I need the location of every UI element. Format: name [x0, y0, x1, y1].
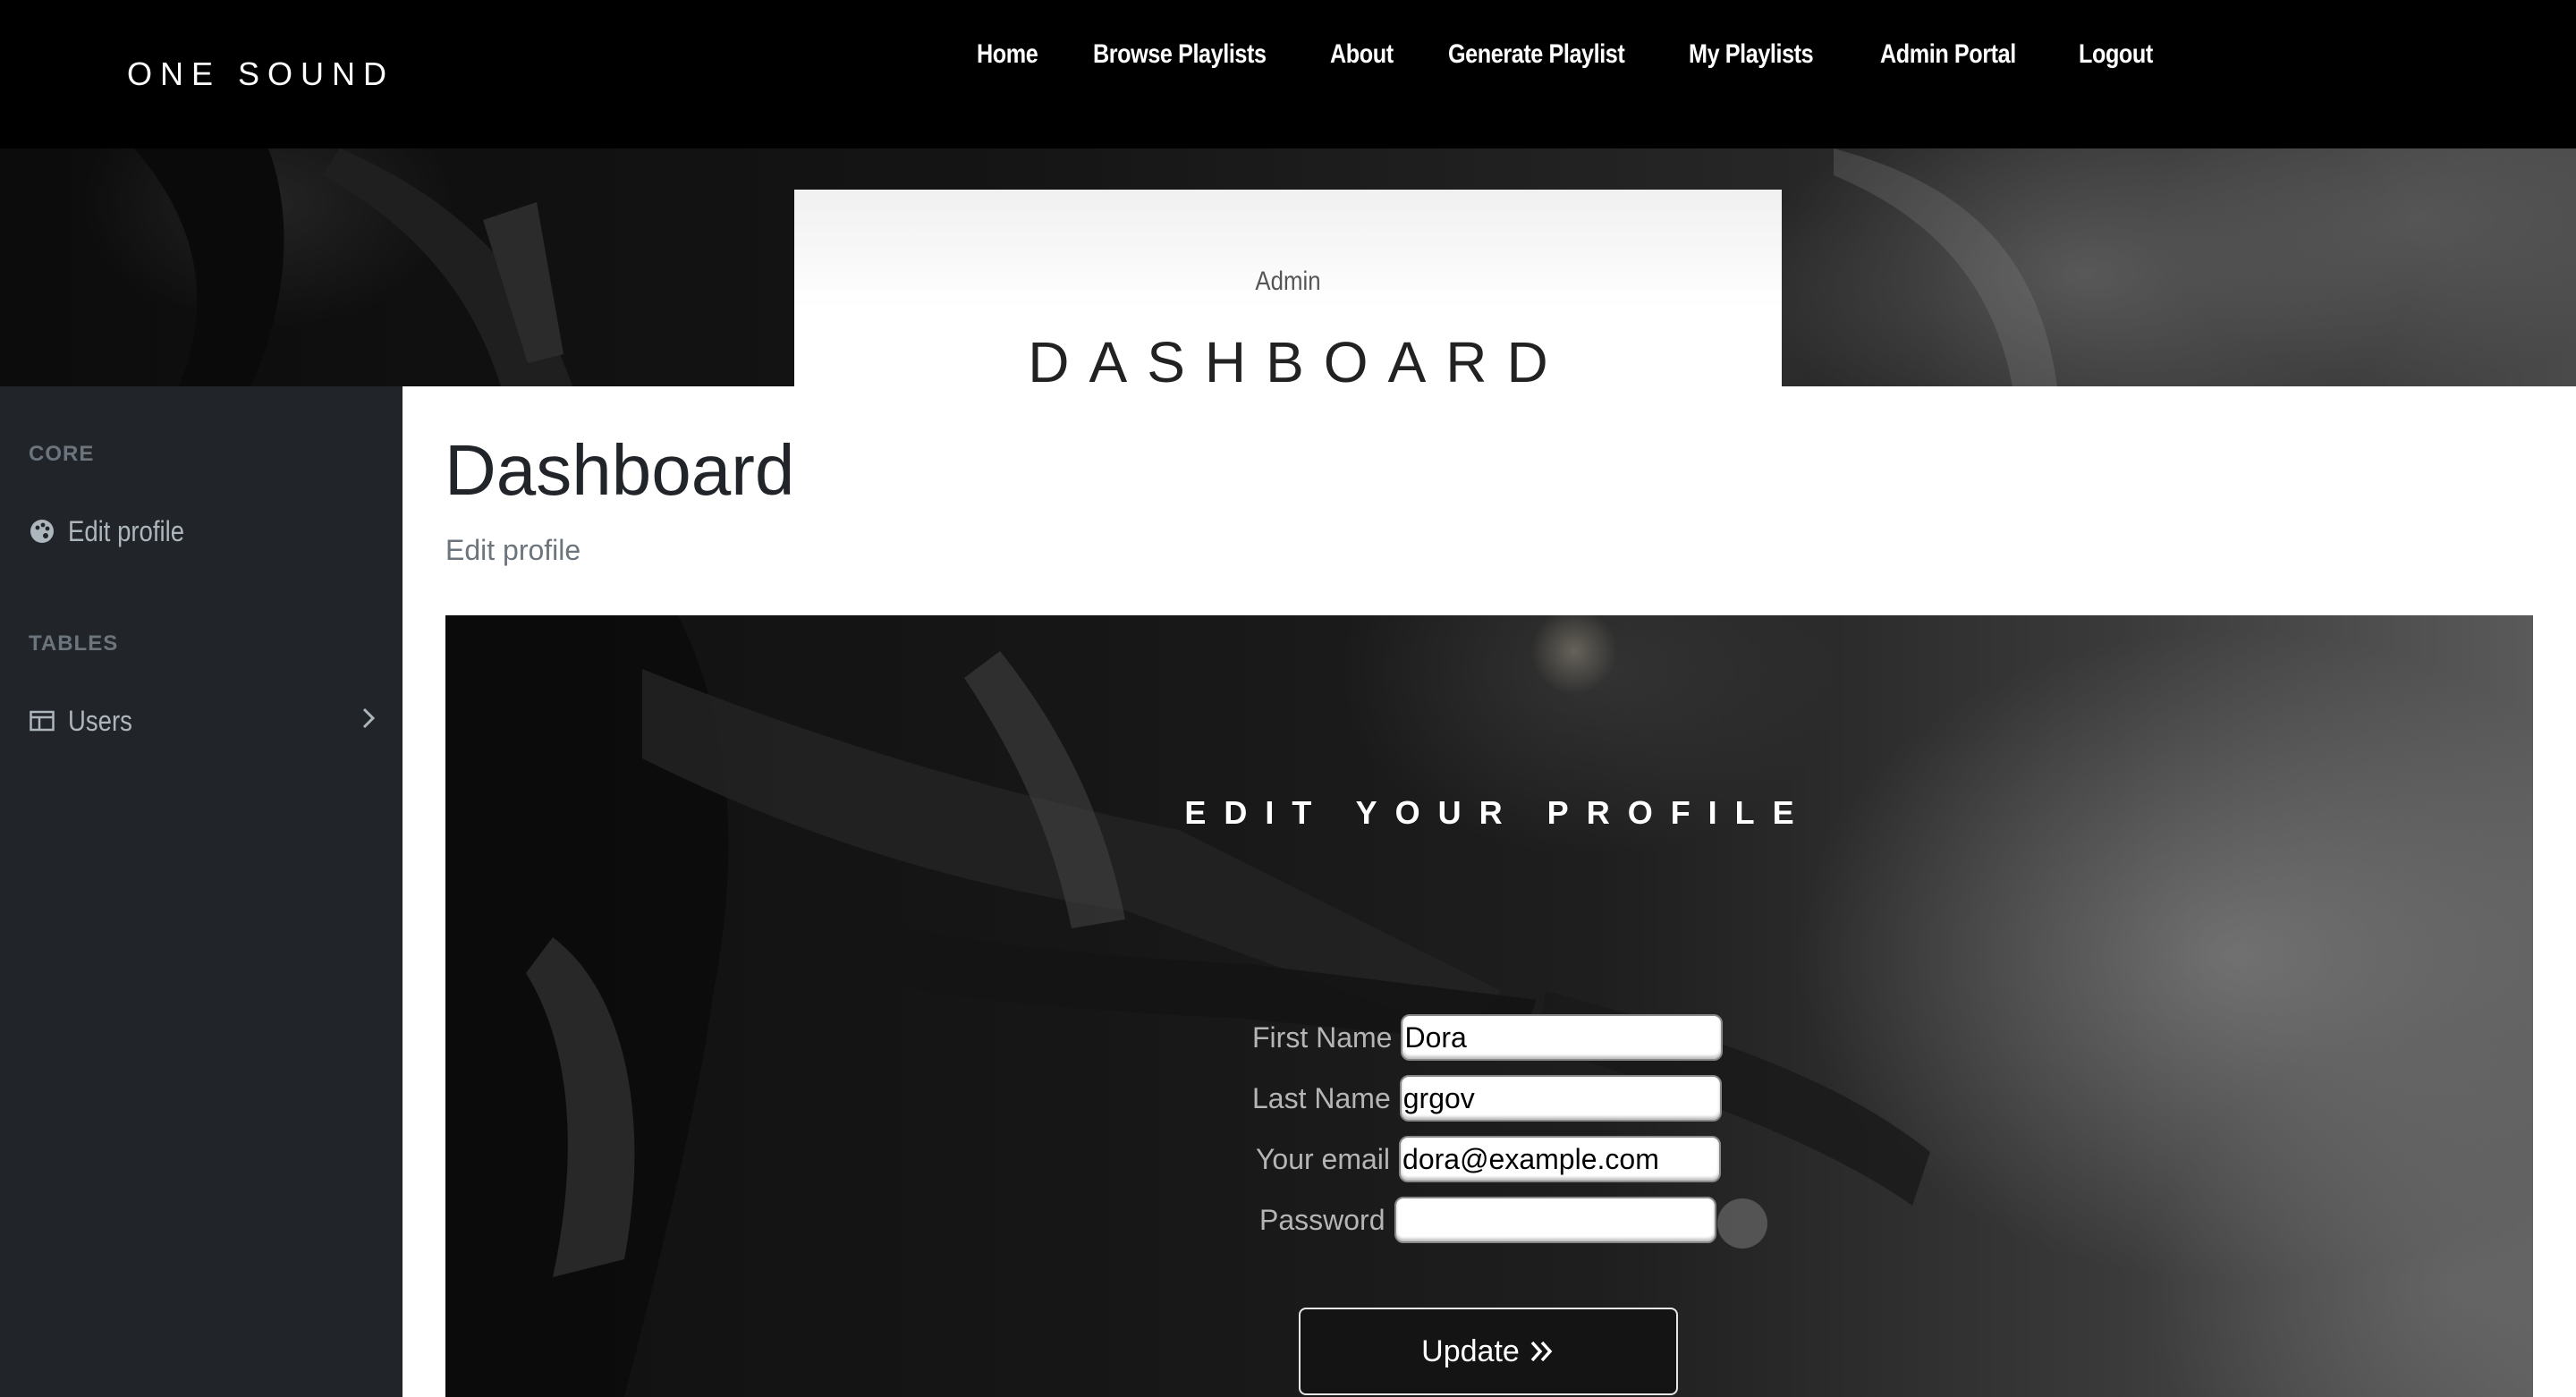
page-title: Dashboard — [445, 430, 795, 510]
last-name-row: Last Name — [1252, 1075, 1722, 1122]
edit-profile-title: EDIT YOUR PROFILE — [1184, 794, 1812, 831]
update-button-label: Update — [1421, 1334, 1520, 1368]
sidebar-item-label: Users — [68, 704, 132, 737]
first-name-field[interactable] — [1401, 1014, 1724, 1061]
brand-logo[interactable]: ONE SOUND — [127, 55, 394, 93]
breadcrumb: Edit profile — [445, 534, 581, 566]
email-label: Your email — [1256, 1142, 1391, 1175]
sidebar-item-label: Edit profile — [68, 514, 185, 547]
double-chevron-right-icon — [1529, 1338, 1555, 1365]
nav-browse-playlists[interactable]: Browse Playlists — [1093, 39, 1267, 70]
email-row: Your email — [1256, 1136, 1722, 1182]
hero-subtitle: Admin — [1255, 267, 1321, 296]
hero-card: Admin DASHBOARD — [794, 190, 1782, 394]
top-navbar: ONE SOUND Home Browse Playlists About Ge… — [0, 0, 2576, 148]
panel-photo-shapes — [445, 615, 1930, 1397]
last-name-field[interactable] — [1399, 1075, 1722, 1122]
hero-title: DASHBOARD — [1028, 330, 1568, 394]
password-row: Password — [1259, 1197, 1716, 1243]
edit-profile-panel: EDIT YOUR PROFILE First Name Last Name Y… — [445, 615, 2533, 1397]
nav-my-playlists[interactable]: My Playlists — [1689, 39, 1814, 70]
update-button[interactable]: Update — [1299, 1308, 1678, 1395]
sidebar-item-users[interactable]: Users — [29, 701, 377, 741]
first-name-row: First Name — [1252, 1014, 1724, 1061]
password-label: Password — [1259, 1203, 1385, 1236]
first-name-label: First Name — [1252, 1020, 1393, 1054]
nav-logout[interactable]: Logout — [2079, 39, 2153, 70]
palette-icon — [29, 518, 55, 545]
email-field[interactable] — [1399, 1136, 1722, 1182]
chevron-right-icon[interactable] — [360, 705, 377, 736]
password-field[interactable] — [1394, 1197, 1716, 1243]
nav-admin-portal[interactable]: Admin Portal — [1880, 39, 2016, 70]
table-icon — [29, 707, 55, 734]
nav-home[interactable]: Home — [977, 39, 1038, 70]
last-name-label: Last Name — [1252, 1081, 1391, 1114]
nav-about[interactable]: About — [1330, 39, 1394, 70]
nav-generate-playlist[interactable]: Generate Playlist — [1448, 39, 1625, 70]
sidebar-heading-tables: TABLES — [29, 631, 119, 656]
sidebar-heading-core: CORE — [29, 442, 95, 466]
sidebar-item-edit-profile[interactable]: Edit profile — [29, 512, 377, 551]
sidebar: CORE Edit profile TABLES Users — [0, 386, 402, 1397]
